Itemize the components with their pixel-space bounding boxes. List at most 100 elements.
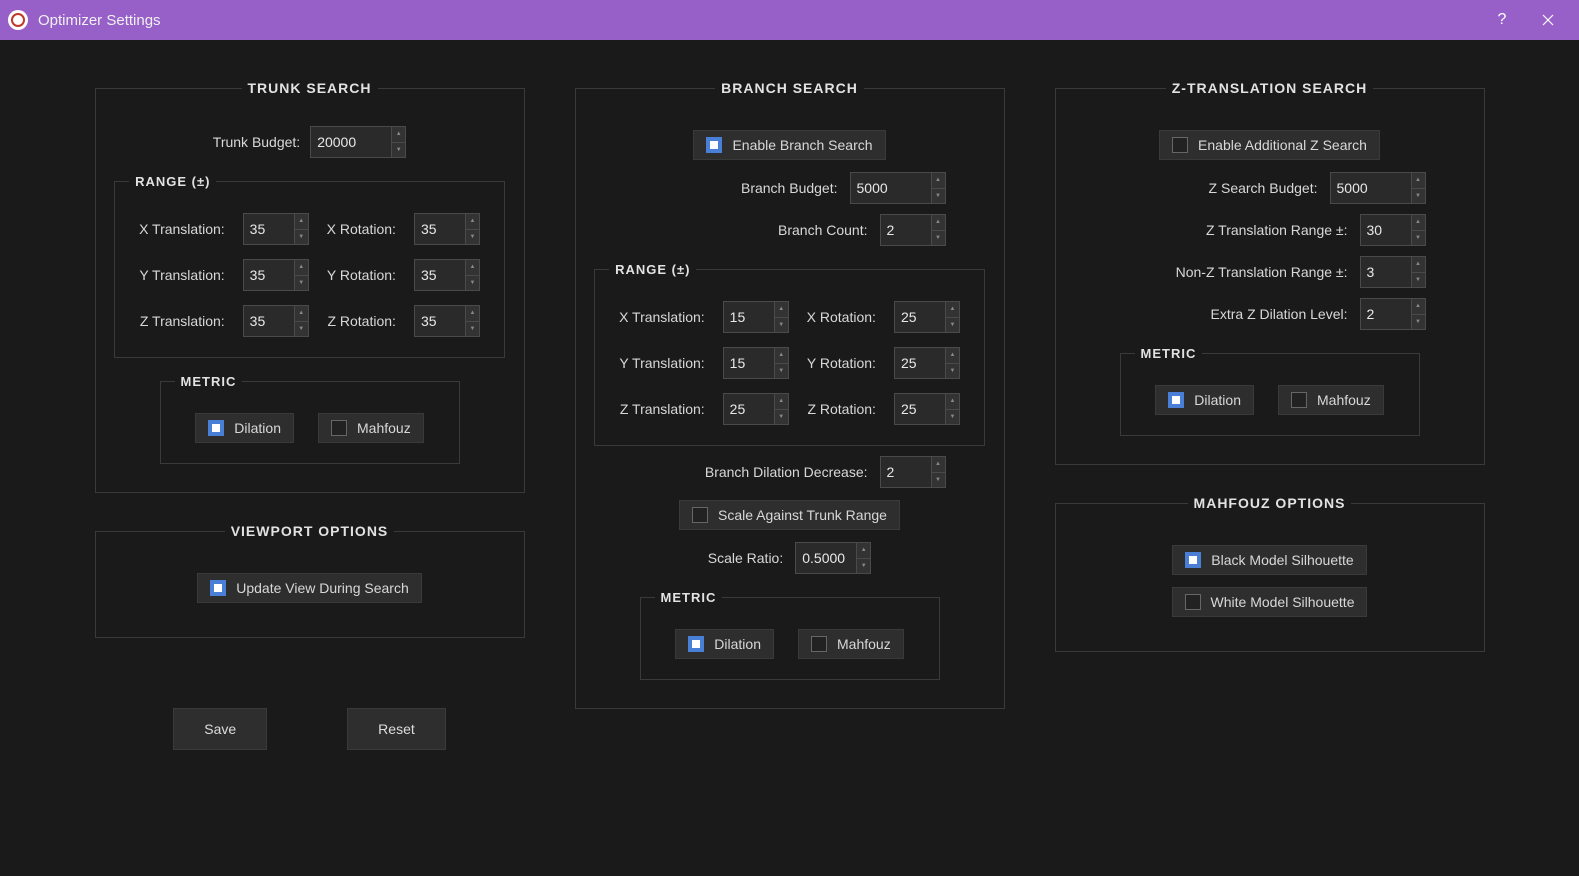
z-dilation-checkbox[interactable]: Dilation — [1155, 385, 1254, 415]
trunk-ytrans-input[interactable]: ▲▼ — [243, 259, 309, 291]
mahfouz-options-title: MAHFOUZ OPTIONS — [1188, 495, 1352, 511]
branch-dilation-decrease-input[interactable]: ▲▼ — [880, 456, 946, 488]
branch-metric-title: METRIC — [655, 590, 723, 605]
enable-z-checkbox[interactable]: Enable Additional Z Search — [1159, 130, 1380, 160]
z-search-title: Z-TRANSLATION SEARCH — [1166, 80, 1374, 96]
trunk-ztrans-label: Z Translation: — [139, 313, 225, 329]
trunk-ztrans-input[interactable]: ▲▼ — [243, 305, 309, 337]
save-button[interactable]: Save — [173, 708, 267, 750]
trunk-yrot-label: Y Rotation: — [327, 267, 396, 283]
extra-dilation-label: Extra Z Dilation Level: — [1211, 306, 1348, 322]
trunk-dilation-label: Dilation — [234, 420, 281, 436]
enable-branch-checkbox[interactable]: Enable Branch Search — [693, 130, 885, 160]
viewport-title: VIEWPORT OPTIONS — [225, 523, 395, 539]
checkbox-icon — [208, 420, 224, 436]
scale-against-label: Scale Against Trunk Range — [718, 507, 887, 523]
branch-dilation-checkbox[interactable]: Dilation — [675, 629, 774, 659]
nonz-range-input[interactable]: ▲▼ — [1360, 256, 1426, 288]
branch-ztrans-label: Z Translation: — [619, 401, 705, 417]
button-row: Save Reset — [95, 708, 525, 750]
z-range-input[interactable]: ▲▼ — [1360, 214, 1426, 246]
trunk-xrot-input[interactable]: ▲▼ — [414, 213, 480, 245]
branch-xtrans-label: X Translation: — [619, 309, 705, 325]
z-budget-label: Z Search Budget: — [1209, 180, 1318, 196]
trunk-zrot-label: Z Rotation: — [327, 313, 396, 329]
reset-button[interactable]: Reset — [347, 708, 446, 750]
trunk-metric-group: METRIC Dilation Mahfouz — [160, 374, 460, 464]
trunk-range-group: RANGE (±) X Translation: ▲▼ X Rotation: … — [114, 174, 505, 358]
branch-dilation-decrease-label: Branch Dilation Decrease: — [705, 464, 868, 480]
branch-range-group: RANGE (±) X Translation: ▲▼ X Rotation: … — [594, 262, 985, 446]
nonz-range-label: Non-Z Translation Range ±: — [1176, 264, 1348, 280]
branch-range-title: RANGE (±) — [609, 262, 696, 277]
enable-branch-label: Enable Branch Search — [732, 137, 872, 153]
checkbox-icon — [692, 507, 708, 523]
checkbox-icon — [706, 137, 722, 153]
branch-yrot-input[interactable]: ▲▼ — [894, 347, 960, 379]
branch-count-label: Branch Count: — [778, 222, 868, 238]
checkbox-icon — [688, 636, 704, 652]
branch-ytrans-input[interactable]: ▲▼ — [723, 347, 789, 379]
trunk-ytrans-label: Y Translation: — [139, 267, 225, 283]
col-mid: BRANCH SEARCH Enable Branch Search Branc… — [575, 80, 1005, 856]
trunk-budget-input[interactable]: ▲▼ — [310, 126, 406, 158]
branch-ztrans-input[interactable]: ▲▼ — [723, 393, 789, 425]
trunk-search-title: TRUNK SEARCH — [242, 80, 378, 96]
checkbox-icon — [1185, 594, 1201, 610]
branch-budget-input[interactable]: ▲▼ — [850, 172, 946, 204]
trunk-search-group: TRUNK SEARCH Trunk Budget: ▲▼ RANGE (±) … — [95, 80, 525, 493]
content: TRUNK SEARCH Trunk Budget: ▲▼ RANGE (±) … — [0, 40, 1579, 876]
trunk-xtrans-label: X Translation: — [139, 221, 225, 237]
checkbox-icon — [1172, 137, 1188, 153]
z-budget-input[interactable]: ▲▼ — [1330, 172, 1426, 204]
trunk-xrot-label: X Rotation: — [327, 221, 396, 237]
help-button[interactable]: ? — [1479, 0, 1525, 40]
scale-ratio-input[interactable]: ▲▼ — [795, 542, 871, 574]
window-title: Optimizer Settings — [38, 12, 161, 29]
z-metric-group: METRIC Dilation Mahfouz — [1120, 346, 1420, 436]
col-left: TRUNK SEARCH Trunk Budget: ▲▼ RANGE (±) … — [95, 80, 525, 856]
trunk-metric-title: METRIC — [175, 374, 243, 389]
black-silhouette-label: Black Model Silhouette — [1211, 552, 1353, 568]
black-silhouette-checkbox[interactable]: Black Model Silhouette — [1172, 545, 1366, 575]
white-silhouette-checkbox[interactable]: White Model Silhouette — [1172, 587, 1368, 617]
branch-mahfouz-checkbox[interactable]: Mahfouz — [798, 629, 904, 659]
checkbox-icon — [1185, 552, 1201, 568]
extra-dilation-input[interactable]: ▲▼ — [1360, 298, 1426, 330]
app-icon — [8, 10, 28, 30]
checkbox-icon — [811, 636, 827, 652]
trunk-dilation-checkbox[interactable]: Dilation — [195, 413, 294, 443]
close-button[interactable] — [1525, 0, 1571, 40]
update-view-label: Update View During Search — [236, 580, 409, 596]
mahfouz-options-group: MAHFOUZ OPTIONS Black Model Silhouette W… — [1055, 495, 1485, 652]
viewport-options-group: VIEWPORT OPTIONS Update View During Sear… — [95, 523, 525, 638]
update-view-checkbox[interactable]: Update View During Search — [197, 573, 422, 603]
trunk-mahfouz-checkbox[interactable]: Mahfouz — [318, 413, 424, 443]
trunk-budget-field[interactable] — [311, 127, 391, 157]
branch-xrot-input[interactable]: ▲▼ — [894, 301, 960, 333]
branch-yrot-label: Y Rotation: — [807, 355, 876, 371]
z-search-group: Z-TRANSLATION SEARCH Enable Additional Z… — [1055, 80, 1485, 465]
enable-z-label: Enable Additional Z Search — [1198, 137, 1367, 153]
z-mahfouz-label: Mahfouz — [1317, 392, 1371, 408]
trunk-zrot-input[interactable]: ▲▼ — [414, 305, 480, 337]
z-dilation-label: Dilation — [1194, 392, 1241, 408]
scale-ratio-label: Scale Ratio: — [708, 550, 783, 566]
trunk-xtrans-input[interactable]: ▲▼ — [243, 213, 309, 245]
scale-against-checkbox[interactable]: Scale Against Trunk Range — [679, 500, 900, 530]
branch-count-input[interactable]: ▲▼ — [880, 214, 946, 246]
branch-xrot-label: X Rotation: — [807, 309, 876, 325]
branch-xtrans-input[interactable]: ▲▼ — [723, 301, 789, 333]
trunk-budget-label: Trunk Budget: — [213, 134, 300, 150]
branch-ytrans-label: Y Translation: — [619, 355, 705, 371]
branch-zrot-input[interactable]: ▲▼ — [894, 393, 960, 425]
branch-metric-group: METRIC Dilation Mahfouz — [640, 590, 940, 680]
step-up-icon[interactable]: ▲ — [392, 127, 405, 143]
trunk-range-title: RANGE (±) — [129, 174, 216, 189]
step-down-icon[interactable]: ▼ — [392, 143, 405, 158]
trunk-yrot-input[interactable]: ▲▼ — [414, 259, 480, 291]
checkbox-icon — [1168, 392, 1184, 408]
branch-mahfouz-label: Mahfouz — [837, 636, 891, 652]
titlebar: Optimizer Settings ? — [0, 0, 1579, 40]
z-mahfouz-checkbox[interactable]: Mahfouz — [1278, 385, 1384, 415]
